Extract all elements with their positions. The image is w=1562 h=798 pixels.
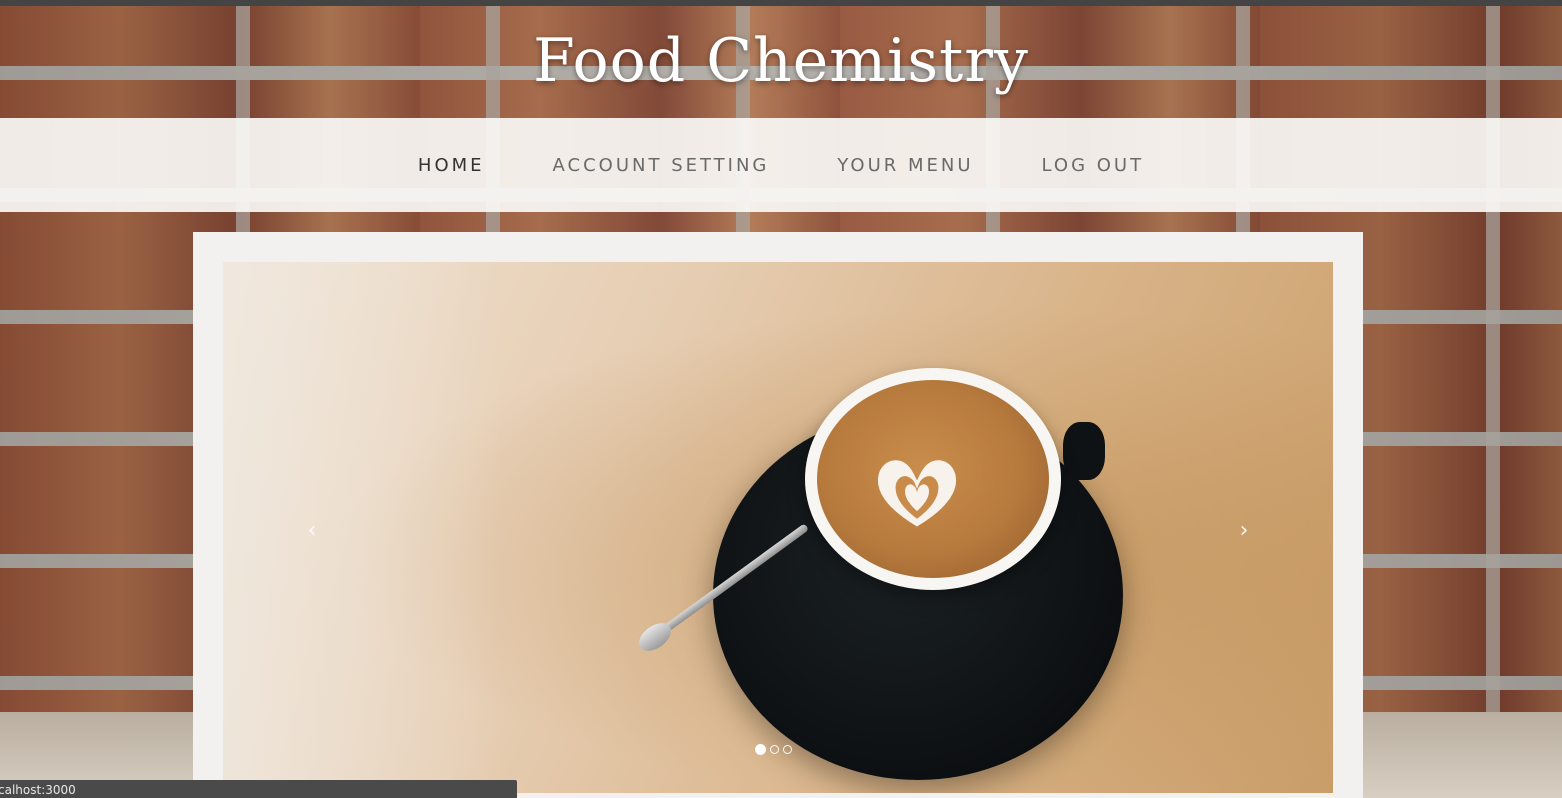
carousel-next-button[interactable]: › <box>1229 516 1259 546</box>
carousel-dot-3[interactable] <box>783 745 792 754</box>
nav-item-account-setting[interactable]: ACCOUNT SETTING <box>553 155 770 176</box>
browser-status-bar: calhost:3000 <box>0 780 517 798</box>
nav-bar: HOME ACCOUNT SETTING YOUR MENU LOG OUT <box>0 118 1562 212</box>
browser-top-line <box>0 0 1562 6</box>
nav-list: HOME ACCOUNT SETTING YOUR MENU LOG OUT <box>0 118 1562 212</box>
nav-item-log-out[interactable]: LOG OUT <box>1042 155 1145 176</box>
carousel-dot-1[interactable] <box>755 744 766 755</box>
nav-item-home[interactable]: HOME <box>418 155 485 176</box>
status-bar-url: calhost:3000 <box>0 783 76 797</box>
latte-art-heart <box>877 460 957 527</box>
cup-handle <box>1063 422 1105 480</box>
carousel-indicators <box>755 744 792 755</box>
site-title: Food Chemistry <box>533 26 1029 96</box>
carousel-slide-image: ‹ › <box>223 262 1333 793</box>
carousel-prev-button[interactable]: ‹ <box>297 516 327 546</box>
carousel-dot-2[interactable] <box>770 745 779 754</box>
nav-item-your-menu[interactable]: YOUR MENU <box>837 155 973 176</box>
carousel-card: ‹ › <box>193 232 1363 798</box>
